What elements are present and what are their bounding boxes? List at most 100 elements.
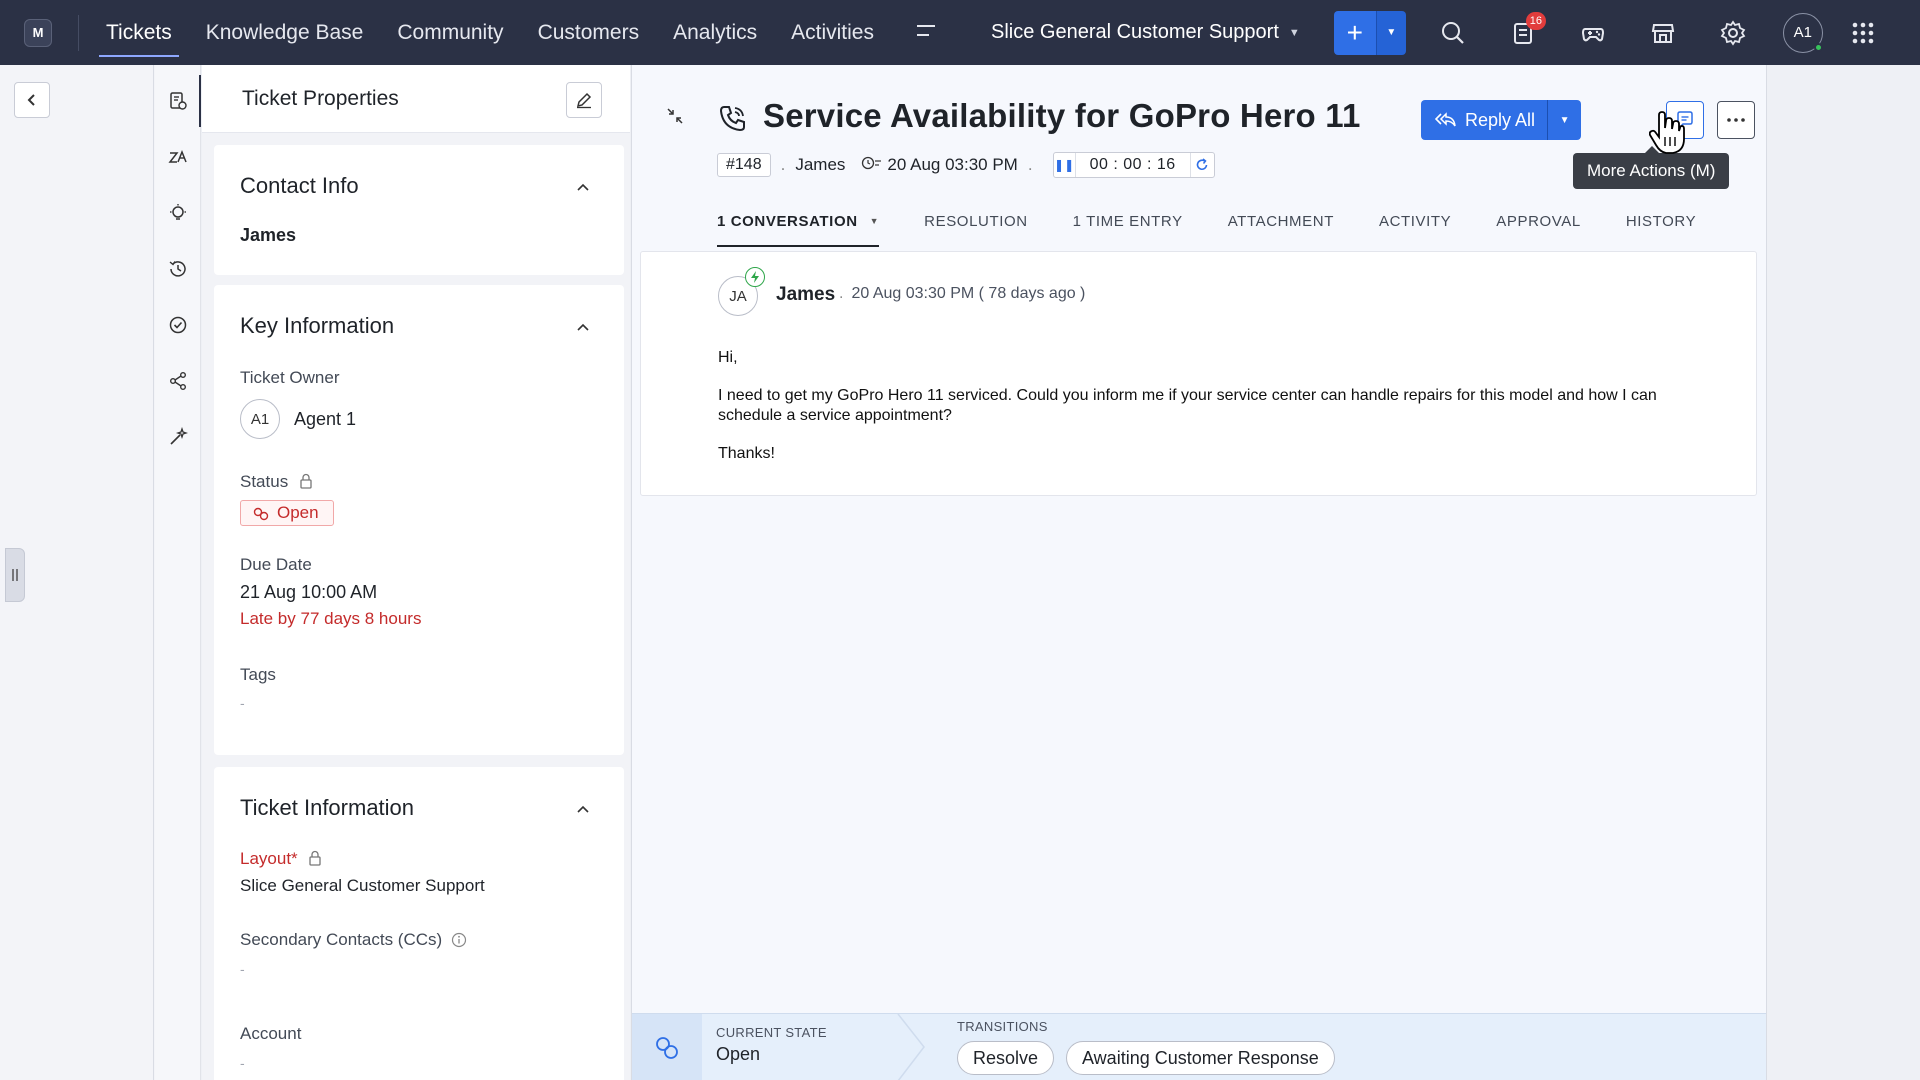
tab-community[interactable]: Community — [380, 0, 520, 65]
more-actions-tooltip: More Actions (M) — [1573, 146, 1730, 189]
marketplace-icon[interactable] — [1628, 0, 1698, 65]
reset-timer-icon[interactable] — [1189, 153, 1214, 177]
due-date-value[interactable]: 21 Aug 10:00 AM — [240, 582, 377, 603]
tab-conversation[interactable]: 1 CONVERSATION ▼ — [717, 205, 880, 247]
magic-wand-icon[interactable] — [164, 423, 192, 451]
contact-name[interactable]: James — [240, 225, 296, 246]
layout-label-text: Layout — [240, 849, 292, 868]
contact-info-card: Contact Info James — [214, 145, 624, 275]
more-actions-button[interactable] — [1717, 101, 1755, 139]
tab-analytics[interactable]: Analytics — [656, 0, 774, 65]
online-status-dot — [1813, 42, 1823, 52]
tab-time-entry[interactable]: 1 TIME ENTRY — [1073, 205, 1183, 247]
more-modules-icon[interactable] — [916, 21, 939, 44]
tab-activities[interactable]: Activities — [774, 0, 891, 65]
right-gutter — [1766, 65, 1920, 1080]
tab-activity[interactable]: ACTIVITY — [1379, 205, 1451, 247]
quick-add-button[interactable]: + ▼ — [1333, 10, 1406, 55]
key-information-card: Key Information Ticket Owner A1 Agent 1 … — [214, 285, 624, 755]
sender-name[interactable]: James — [776, 284, 835, 306]
tab-knowledge-base[interactable]: Knowledge Base — [189, 0, 381, 65]
ticket-panel-icon-rail — [155, 65, 201, 1080]
properties-header: Ticket Properties — [202, 65, 630, 133]
app-logo[interactable]: M — [24, 18, 52, 47]
chevron-down-icon[interactable]: ▼ — [1375, 10, 1406, 55]
reply-all-main[interactable]: Reply All — [1421, 100, 1548, 140]
reply-all-button[interactable]: Reply All ▼ — [1421, 100, 1582, 140]
tags-value[interactable]: - — [240, 695, 245, 711]
chevron-down-icon[interactable]: ▼ — [870, 213, 880, 226]
blueprint-icon — [632, 1014, 702, 1080]
ticket-detail-main: Service Availability for GoPro Hero 11 #… — [631, 65, 1806, 1080]
tags-label: Tags — [240, 665, 276, 684]
pause-icon[interactable]: ❚❚ — [1054, 153, 1076, 177]
conversation-thread: JA James . 20 Aug 03:30 PM ( 78 days ago … — [640, 251, 1757, 496]
collapse-sidebar-button[interactable] — [14, 82, 50, 118]
plus-icon[interactable]: + — [1333, 10, 1376, 55]
reply-all-icon — [1435, 112, 1456, 127]
chevron-up-icon[interactable] — [576, 320, 590, 334]
more-dots-icon — [1727, 118, 1745, 122]
meta-separator: . — [839, 285, 844, 302]
sidebar-resize-handle[interactable] — [5, 548, 25, 602]
secondary-contacts-value[interactable]: - — [240, 961, 245, 977]
notification-badge: 16 — [1525, 12, 1547, 30]
checkmark-circle-icon[interactable] — [164, 311, 192, 339]
ticket-owner-value[interactable]: Agent 1 — [294, 409, 356, 430]
transition-awaiting-response-button[interactable]: Awaiting Customer Response — [1066, 1041, 1335, 1075]
sender-initials: JA — [729, 287, 747, 305]
reply-options-dropdown[interactable]: ▼ — [1547, 100, 1582, 140]
module-tabs: Tickets Knowledge Base Community Custome… — [89, 0, 891, 65]
ticket-properties-icon[interactable] — [164, 87, 192, 115]
collapse-arrows-icon[interactable] — [666, 107, 684, 125]
ticket-properties-panel: Ticket Properties Contact Info James Key… — [202, 65, 630, 1080]
key-information-title: Key Information — [240, 313, 395, 338]
secondary-contacts-label: Secondary Contacts (CCs) — [240, 930, 467, 950]
ticket-information-title: Ticket Information — [240, 795, 415, 820]
info-icon[interactable] — [451, 932, 467, 948]
tab-approval[interactable]: APPROVAL — [1496, 205, 1581, 247]
lock-icon — [309, 850, 322, 866]
tab-tickets[interactable]: Tickets — [89, 0, 189, 65]
ticket-tabs: 1 CONVERSATION ▼ RESOLUTION 1 TIME ENTRY… — [717, 205, 1741, 247]
ticket-meta-row: #148 . James 20 Aug 03:30 PM . ❚❚ 00 : 0… — [717, 150, 1215, 180]
due-date-label: Due Date — [240, 555, 312, 574]
status-value: Open — [277, 503, 319, 522]
apps-grid-icon[interactable] — [1838, 0, 1888, 65]
chevron-up-icon[interactable] — [576, 802, 590, 816]
current-state-value: Open — [716, 1044, 761, 1064]
tab-history[interactable]: HISTORY — [1626, 205, 1696, 247]
department-switcher[interactable]: Slice General Customer Support ▼ — [991, 21, 1300, 44]
tab-conversation-label: 1 CONVERSATION — [717, 213, 858, 230]
gamepad-icon[interactable] — [1558, 0, 1628, 65]
layout-value: Slice General Customer Support — [240, 876, 485, 895]
lightbulb-icon[interactable] — [164, 199, 192, 227]
tab-customers[interactable]: Customers — [521, 0, 657, 65]
search-icon[interactable] — [1418, 0, 1488, 65]
tab-attachment[interactable]: ATTACHMENT — [1228, 205, 1334, 247]
transitions-label: TRANSITIONS — [957, 1019, 1048, 1034]
contact-info-title: Contact Info — [240, 173, 359, 198]
account-value[interactable]: - — [240, 1055, 245, 1071]
hand-cursor-icon — [1649, 111, 1685, 154]
message-body: Hi, I need to get my GoPro Hero 11 servi… — [718, 348, 1718, 482]
status-label-text: Status — [240, 472, 289, 491]
message-time: . 20 Aug 03:30 PM ( 78 days ago ) — [839, 285, 1085, 303]
zia-icon[interactable] — [164, 143, 192, 171]
ticket-contact[interactable]: James — [795, 155, 845, 175]
notifications-icon[interactable]: 16 — [1488, 0, 1558, 65]
meta-separator: . — [780, 155, 786, 174]
chevron-left-icon — [27, 94, 35, 106]
chevron-up-icon[interactable] — [576, 180, 590, 194]
history-icon[interactable] — [164, 255, 192, 283]
settings-gear-icon[interactable] — [1698, 0, 1768, 65]
tab-resolution[interactable]: RESOLUTION — [924, 205, 1028, 247]
edit-properties-button[interactable] — [566, 82, 602, 118]
layout-label: Layout* — [240, 849, 322, 869]
transition-resolve-button[interactable]: Resolve — [957, 1041, 1055, 1075]
status-badge[interactable]: Open — [240, 500, 334, 526]
secondary-contacts-label-text: Secondary Contacts (CCs) — [240, 930, 443, 949]
user-avatar[interactable]: A1 — [1782, 12, 1823, 53]
share-icon[interactable] — [164, 367, 192, 395]
blueprint-bar: CURRENT STATE Open TRANSITIONS Resolve A… — [632, 1013, 1766, 1080]
